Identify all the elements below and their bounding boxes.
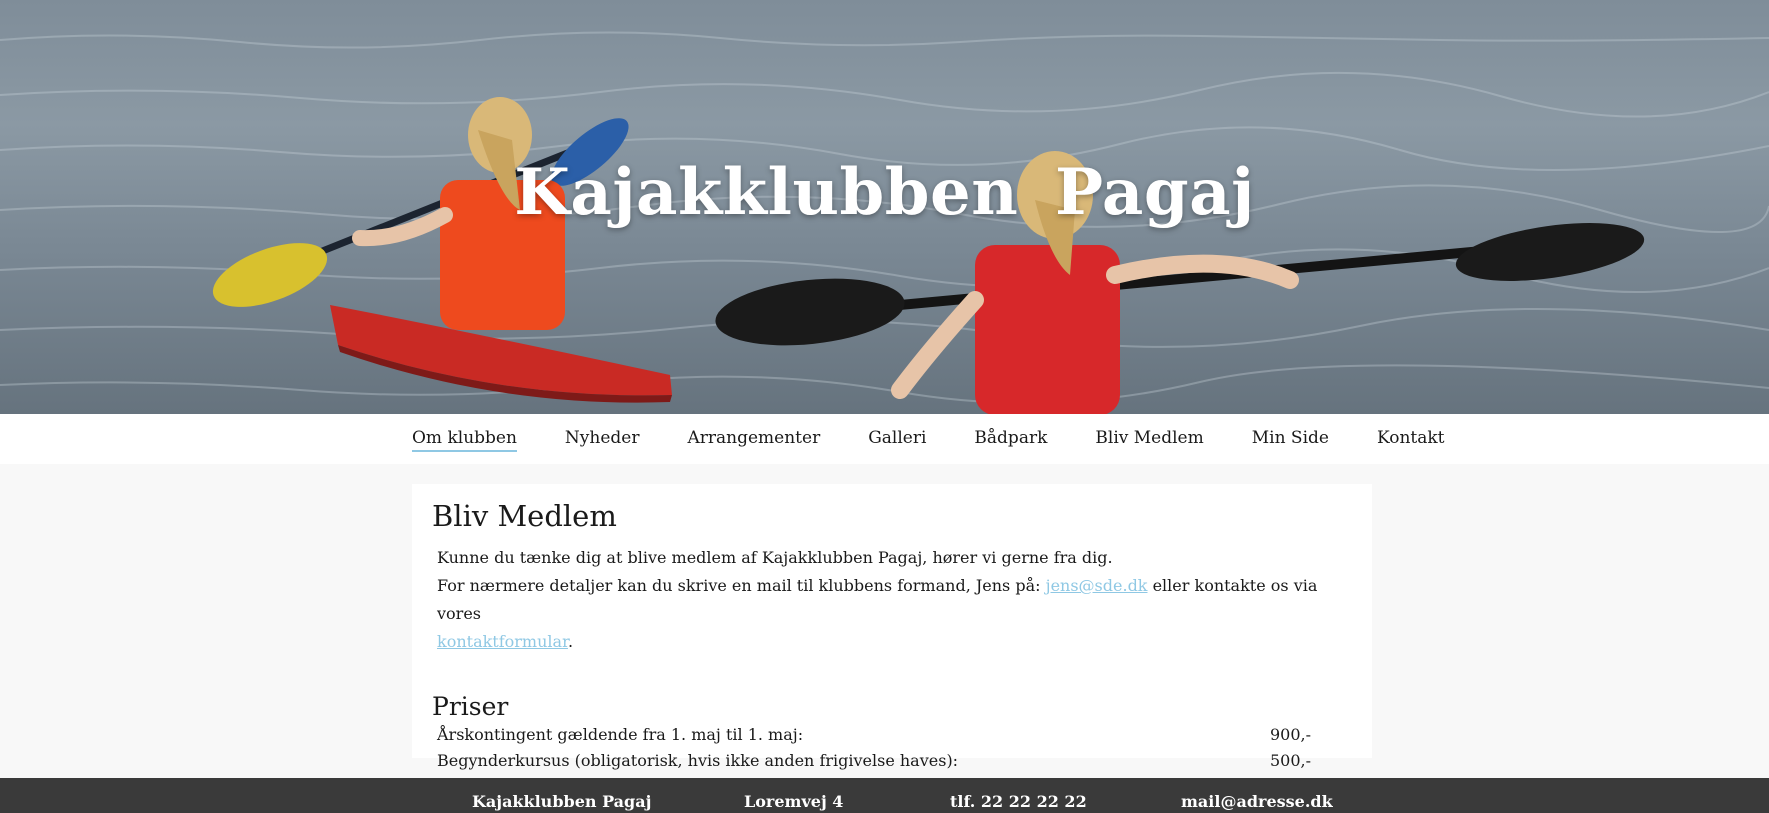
intro-line-2-prefix: For nærmere detaljer kan du skrive en ma… — [437, 576, 1046, 595]
content-area: Bliv Medlem Kunne du tænke dig at blive … — [0, 464, 1769, 778]
intro-line-1: Kunne du tænke dig at blive medlem af Ka… — [437, 548, 1113, 567]
nav-list: Om klubben Nyheder Arrangementer Galleri… — [412, 428, 1445, 452]
main-navigation: Om klubben Nyheder Arrangementer Galleri… — [0, 414, 1769, 464]
nav-item-om-klubben[interactable]: Om klubben — [412, 428, 517, 452]
price-label: Årskontingent gældende fra 1. maj til 1.… — [437, 725, 804, 744]
price-label: Begynderkursus (obligatorisk, hvis ikke … — [437, 751, 959, 770]
intro-text: Kunne du tænke dig at blive medlem af Ka… — [437, 544, 1352, 656]
price-amount: 900,- — [1269, 725, 1311, 744]
prices-heading: Priser — [432, 692, 509, 721]
site-footer: Kajakklubben Pagaj Loremvej 4 tlf. 22 22… — [0, 778, 1769, 813]
contact-form-link[interactable]: kontaktformular — [437, 632, 568, 651]
site-title: Kajakklubben Pagaj — [514, 155, 1255, 230]
nav-item-arrangementer[interactable]: Arrangementer — [687, 428, 820, 452]
nav-item-kontakt[interactable]: Kontakt — [1377, 428, 1445, 452]
page-title: Bliv Medlem — [432, 499, 617, 533]
footer-phone: tlf. 22 22 22 22 — [950, 792, 1087, 811]
hero-banner: Kajakklubben Pagaj — [0, 0, 1769, 414]
footer-club-name: Kajakklubben Pagaj — [472, 792, 652, 811]
price-amount: 500,- — [1269, 751, 1311, 770]
nav-item-nyheder[interactable]: Nyheder — [565, 428, 640, 452]
intro-line-3-suffix: . — [567, 632, 574, 651]
content-card: Bliv Medlem Kunne du tænke dig at blive … — [412, 484, 1372, 770]
nav-item-galleri[interactable]: Galleri — [868, 428, 926, 452]
nav-item-badpark[interactable]: Bådpark — [974, 428, 1047, 452]
email-link[interactable]: jens@sde.dk — [1046, 576, 1148, 595]
price-row: Årskontingent gældende fra 1. maj til 1.… — [437, 722, 1311, 748]
nav-item-bliv-medlem[interactable]: Bliv Medlem — [1095, 428, 1203, 452]
nav-item-min-side[interactable]: Min Side — [1252, 428, 1329, 452]
footer-email[interactable]: mail@adresse.dk — [1181, 792, 1333, 811]
footer-address: Loremvej 4 — [744, 792, 844, 811]
price-row: Begynderkursus (obligatorisk, hvis ikke … — [437, 748, 1311, 774]
